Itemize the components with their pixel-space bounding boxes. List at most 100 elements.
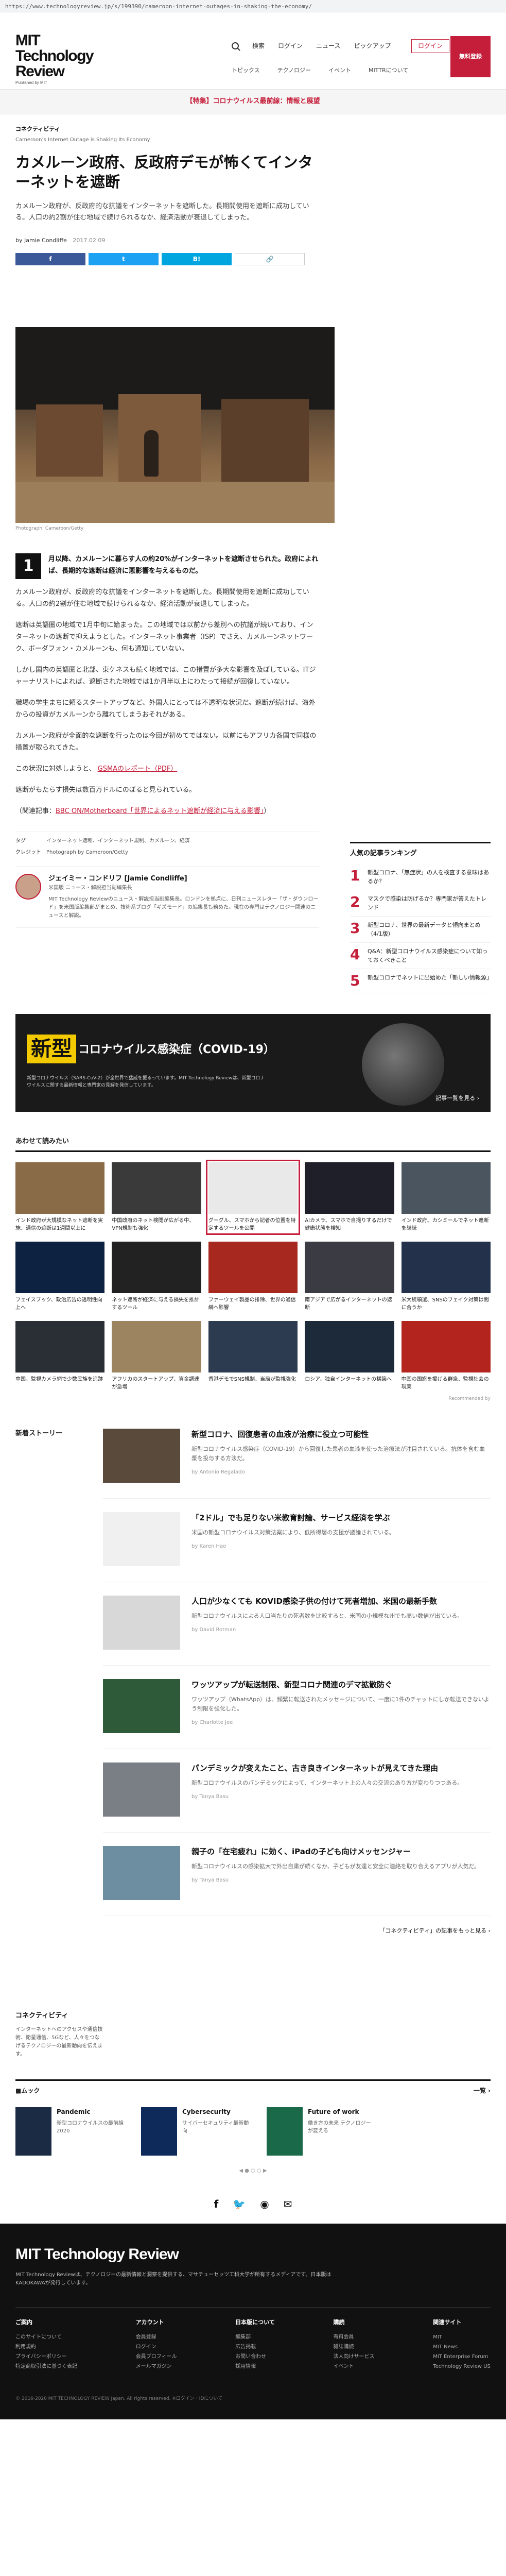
related-card[interactable]: ロシア、独自インターネットの構築へ (305, 1321, 394, 1391)
footer-link[interactable]: ログイン (136, 2342, 177, 2352)
recommendation-credit[interactable]: Recommended by (15, 1395, 491, 1402)
footer-link[interactable]: Technology Review US (433, 2362, 491, 2371)
special-feature-banner[interactable]: 【特集】コロナウイルス最前線：情報と展望 (0, 90, 506, 114)
footer-link[interactable]: メールマガジン (136, 2362, 177, 2371)
footer-link[interactable]: このサイトについて (15, 2332, 77, 2342)
hatena-share-button[interactable]: B! (162, 253, 232, 266)
related-card[interactable]: AIカメラ、スマホで自撮りするだけで健康状態を検知 (305, 1162, 394, 1232)
subnav-topics[interactable]: トピックス (232, 66, 260, 75)
mook-pagination[interactable]: ◀ ● ○ ○ ▶ (15, 2167, 491, 2175)
copy-link-button[interactable]: 🔗 (235, 253, 305, 266)
story-item[interactable]: 新型コロナ、回復患者の血液が治療に役立つ可能性 新型コロナウイルス感染症（COVI… (103, 1428, 491, 1499)
footer-col-title: ご案内 (15, 2319, 32, 2326)
mook-item[interactable]: Pandemic 新型コロナウイルスの最前線 2020 (15, 2107, 124, 2156)
mook-item[interactable]: Cybersecurity サイバーセキュリティ最新動向 (141, 2107, 249, 2156)
footer-link[interactable]: MIT Enterprise Forum (433, 2352, 491, 2362)
covid-more-link[interactable]: 記事一覧を見る › (435, 1094, 479, 1103)
story-author: by David Rotman (191, 1626, 236, 1633)
footer-link[interactable]: MIT (433, 2332, 491, 2342)
footer-link[interactable]: 会員登録 (136, 2332, 177, 2342)
search-icon[interactable] (232, 42, 239, 49)
related-card[interactable]: 中国の国旗を掲げる群衆、監視社会の現実 (401, 1321, 491, 1391)
related-card[interactable]: インド政府、カシミールでネット遮断を継続 (401, 1162, 491, 1232)
login-button[interactable]: ログイン (411, 39, 449, 54)
nav-news[interactable]: ニュース (316, 41, 340, 51)
ranking-item[interactable]: 4 Q&A：新型コロナウイルス感染症について知っておくべきこと (350, 943, 491, 970)
mail-icon[interactable]: ✉ (284, 2196, 292, 2212)
rank-title: 新型コロナでネットに出始めた「新しい情報源」 (368, 974, 492, 981)
footer-logo[interactable]: MIT Technology Review (15, 2242, 491, 2267)
ranking-item[interactable]: 2 マスクで感染は防げるか？専門家が答えたトレンド (350, 890, 491, 917)
ranking-item[interactable]: 1 新型コロナ、「無症状」の人を検査する意味はあるか？ (350, 864, 491, 891)
related-card[interactable]: アフリカのスタートアップ、資金調達が急増 (112, 1321, 201, 1391)
address-bar[interactable]: https://www.technologyreview.jp/s/199390… (0, 0, 506, 12)
connectivity-heading[interactable]: コネクティビティ (15, 2011, 103, 2022)
related-card-highlighted[interactable]: グーグル、スマホから記者の位置を特定するツールを公開 (205, 1160, 301, 1235)
nav-search[interactable]: 検索 (252, 41, 265, 51)
paragraph: 職場の学生まちに頼るスタートアップなど、外国人にとっては不透明な状況だ。遮断が続… (15, 699, 316, 719)
related-card[interactable]: ファーウェイ製品の排除、世界の通信網へ影響 (208, 1242, 298, 1312)
related-article-link[interactable]: BBC ON/Motherboard「世界によるネット遮断が経済に与える影響」 (56, 807, 264, 815)
tags-value[interactable]: インターネット遮断、インターネット規制、カメルーン、経済 (46, 838, 190, 844)
footer-col-title: 購読 (333, 2319, 345, 2326)
footer-link[interactable]: 利用規約 (15, 2342, 77, 2352)
covid-banner[interactable]: 新型 コロナウイルス感染症（COVID-19） 新型コロナウイルス（SARS-C… (15, 1014, 491, 1112)
related-card[interactable]: フェイスブック、政治広告の透明性向上へ (15, 1242, 105, 1312)
footer-link[interactable]: 特定商取引法に基づく表記 (15, 2362, 77, 2371)
story-item[interactable]: 親子の「在宅疲れ」に効く、iPadの子ども向けメッセンジャー 新型コロナウイルスの… (103, 1845, 491, 1916)
author-box-name[interactable]: ジェイミー・コンドリフ [Jamie Condliffe] (48, 874, 319, 885)
footer-link[interactable]: お問い合わせ (235, 2352, 275, 2362)
footer-link[interactable]: 雑誌購読 (334, 2342, 375, 2352)
twitter-icon[interactable]: 🐦 (233, 2196, 246, 2212)
related-card[interactable]: インド政府が大規模なネット遮断を実施、通信の遮断は1週間以上に (15, 1162, 105, 1232)
facebook-share-button[interactable]: f (15, 253, 85, 266)
footer-link[interactable]: プライバシーポリシー (15, 2352, 77, 2362)
ranking-item[interactable]: 3 新型コロナ、世界の最新データと傾向まとめ（4/1版） (350, 917, 491, 943)
logo-sub: Published by MIT (15, 80, 47, 85)
facebook-icon[interactable]: f (214, 2196, 219, 2212)
rss-icon[interactable]: ◉ (260, 2196, 269, 2212)
related-card[interactable]: 香港デモでSNS規制、当局が監視強化 (208, 1321, 298, 1391)
gsma-report-link[interactable]: GSMAのレポート（PDF） (98, 765, 178, 773)
hero-ground (15, 482, 335, 523)
footer-link[interactable]: 採用情報 (235, 2362, 275, 2371)
footer-link[interactable]: 会員プロフィール (136, 2352, 177, 2362)
mook-item[interactable]: Future of work 働き方の未来 テクノロジーが変える (267, 2107, 375, 2156)
story-item[interactable]: パンデミックが変えたこと、古き良きインターネットが見えてきた理由 新型コロナウイル… (103, 1762, 491, 1833)
subnav-about[interactable]: MITTRについて (369, 66, 408, 75)
story-item[interactable]: 人口が少なくても KOVID感染子供の付けて死者増加、米国の最新手数 新型コロナウ… (103, 1595, 491, 1666)
subnav-technology[interactable]: テクノロジー (277, 66, 311, 75)
article-category[interactable]: コネクティビティ (15, 125, 319, 134)
story-item[interactable]: ワッツアップが転送制限、新型コロナ関連のデマ拡散防ぐ ワッツアップ（WhatsAp… (103, 1679, 491, 1749)
covid-text: 新型コロナウイルス（SARS-CoV-2）が全世界で猛威を振るっています。MIT… (27, 1076, 265, 1089)
footer-link[interactable]: 有料会員 (334, 2332, 375, 2342)
subscribe-button[interactable]: 無料登録 (450, 36, 491, 77)
nav-login[interactable]: ログイン (278, 41, 303, 51)
related-card[interactable]: 中国、監視カメラ網で少数民族を追跡 (15, 1321, 105, 1391)
related-card[interactable]: 米大統領選、SNSのフェイク対策は間に合うか (401, 1242, 491, 1312)
card-title: フェイスブック、政治広告の透明性向上へ (15, 1297, 102, 1311)
nav-pickup[interactable]: ピックアップ (354, 41, 391, 51)
subnav-events[interactable]: イベント (328, 66, 351, 75)
site-logo[interactable]: MIT Technology Review Published by MIT (15, 33, 98, 86)
related-card[interactable]: 南アジアで広がるインターネットの遮断 (305, 1242, 394, 1312)
footer-link[interactable]: 法人向けサービス (334, 2352, 375, 2362)
footer-link[interactable]: MIT News (433, 2342, 491, 2352)
twitter-share-button[interactable]: t (89, 253, 159, 266)
related-card[interactable]: 中国政府のネット検閲が広がる中、VPN規制も強化 (112, 1162, 201, 1232)
footer-col-title: 日本版について (235, 2319, 275, 2326)
mook-name: Future of work (308, 2108, 359, 2116)
footer-link[interactable]: 広告掲載 (235, 2342, 275, 2352)
story-item[interactable]: 「2ドル」でも足りない米教育討論、サービス経済を学ぶ 米国の新型コロナウイルス対策… (103, 1512, 491, 1582)
story-thumbnail (103, 1595, 180, 1650)
connectivity-section-info: コネクティビティ インターネットへのアクセスや通信技術、衛星通信、5Gなど、人々… (15, 2011, 103, 2059)
related-card[interactable]: ネット遮断が経済に与える損失を推計するツール (112, 1242, 201, 1312)
more-connectivity-link[interactable]: 「コネクティビティ」の記事をもっと見る › (103, 1926, 491, 1936)
ranking-item[interactable]: 5 新型コロナでネットに出始めた「新しい情報源」 (350, 969, 492, 994)
footer-link[interactable]: 編集部 (235, 2332, 275, 2342)
footer-link[interactable]: イベント (334, 2362, 375, 2371)
author-name[interactable]: by Jamie Condliffe (15, 237, 67, 244)
mook-list-link[interactable]: 一覧 › (474, 2086, 491, 2096)
hero-shop (221, 399, 309, 482)
avatar[interactable] (15, 873, 41, 900)
